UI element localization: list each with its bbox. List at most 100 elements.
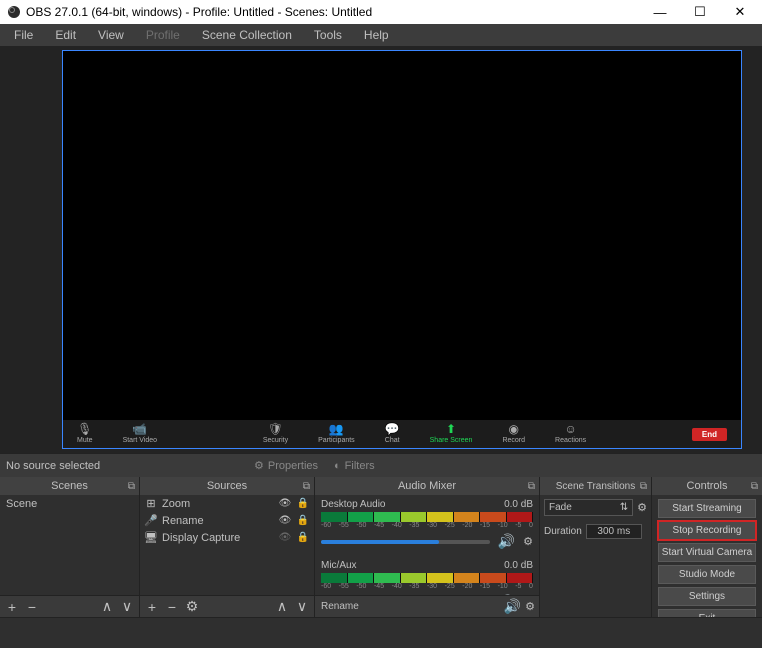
menu-scene-collection[interactable]: Scene Collection [192, 26, 302, 44]
zoom-end-button[interactable]: End [692, 428, 727, 441]
source-down-button[interactable]: ∨ [294, 599, 310, 615]
transitions-panel: Scene Transitions⧉ Fade⇅ ⚙ Duration [540, 477, 652, 617]
transition-settings-icon[interactable]: ⚙ [637, 501, 647, 514]
menu-tools[interactable]: Tools [304, 26, 352, 44]
source-item[interactable]: 🎤 Rename 👁 🔒 [140, 512, 314, 529]
gear-icon: ⚙ [254, 459, 264, 472]
scene-item[interactable]: Scene [0, 495, 139, 513]
duration-label: Duration [544, 526, 582, 537]
add-source-button[interactable]: + [144, 599, 160, 615]
zoom-share-screen[interactable]: ⬆Share Screen [430, 424, 473, 445]
settings-button[interactable]: Settings [658, 587, 756, 606]
status-bar [0, 617, 762, 648]
channel-level: 0.0 dB [504, 560, 533, 571]
channel-name: Mic/Aux [321, 560, 357, 571]
menu-edit[interactable]: Edit [45, 26, 86, 44]
sources-list[interactable]: ⊞ Zoom 👁 🔒 🎤 Rename 👁 🔒 🖥 Display Captur… [140, 495, 314, 595]
dock-icon[interactable]: ⧉ [128, 481, 135, 492]
scene-down-button[interactable]: ∨ [119, 599, 135, 615]
channel-settings-icon[interactable]: ⚙ [525, 600, 535, 613]
dock-icon[interactable]: ⧉ [751, 481, 758, 492]
zoom-record[interactable]: ◉Record [502, 424, 525, 445]
audio-header: Audio Mixer⧉ [315, 477, 539, 495]
scenes-panel: Scenes⧉ Scene + − ∧ ∨ [0, 477, 140, 617]
remove-source-button[interactable]: − [164, 599, 180, 615]
audio-mixer-panel: Audio Mixer⧉ Desktop Audio0.0 dB -60-55-… [315, 477, 540, 617]
zoom-security[interactable]: 🛡Security [263, 424, 288, 445]
zoom-chat[interactable]: 💬Chat [385, 424, 400, 445]
menubar: File Edit View Profile Scene Collection … [0, 24, 762, 46]
audio-footer: Rename 🔊 ⚙ [315, 595, 539, 617]
visibility-toggle[interactable]: 👁 [278, 498, 292, 509]
source-status: No source selected [6, 460, 246, 472]
controls-header: Controls⧉ [652, 477, 762, 495]
filters-button[interactable]: ◐Filters [326, 458, 383, 474]
audio-rename-label: Rename [319, 601, 359, 612]
visibility-toggle[interactable]: 👁 [278, 515, 292, 526]
chat-icon: 💬 [385, 424, 400, 436]
vu-meter [321, 512, 533, 522]
filter-icon: ◐ [334, 460, 341, 472]
app-icon [6, 4, 22, 20]
source-item[interactable]: 🖥 Display Capture 👁 🔒 [140, 529, 314, 546]
source-item[interactable]: ⊞ Zoom 👁 🔒 [140, 495, 314, 512]
studio-mode-button[interactable]: Studio Mode [658, 565, 756, 584]
participants-icon: 👥 [329, 424, 344, 436]
window-title: OBS 27.0.1 (64-bit, windows) - Profile: … [26, 5, 640, 19]
start-virtual-camera-button[interactable]: Start Virtual Camera [658, 543, 756, 562]
dock-icon[interactable]: ⧉ [528, 481, 535, 492]
chevron-updown-icon: ⇅ [620, 502, 628, 513]
dock-icon[interactable]: ⧉ [640, 481, 647, 492]
lock-toggle[interactable]: 🔒 [296, 532, 310, 543]
share-icon: ⬆ [446, 424, 456, 436]
scene-up-button[interactable]: ∧ [99, 599, 115, 615]
speaker-icon[interactable]: 🔊 [498, 533, 515, 550]
mic-icon: 🎙 [77, 424, 92, 436]
video-icon: 📹 [132, 424, 147, 436]
transition-select[interactable]: Fade⇅ [544, 499, 633, 516]
start-streaming-button[interactable]: Start Streaming [658, 499, 756, 518]
display-icon: 🖥 [144, 531, 158, 544]
audio-body: Desktop Audio0.0 dB -60-55-50-45-40-35-3… [315, 495, 539, 595]
close-button[interactable]: ✕ [720, 0, 760, 24]
visibility-toggle[interactable]: 👁 [278, 532, 292, 543]
controls-panel: Controls⧉ Start Streaming Stop Recording… [652, 477, 762, 617]
maximize-button[interactable]: ☐ [680, 0, 720, 24]
zoom-toolbar: 🎙Mute 📹Start Video 🛡Security 👥Participan… [63, 420, 741, 448]
menu-file[interactable]: File [4, 26, 43, 44]
exit-button[interactable]: Exit [658, 609, 756, 617]
properties-button[interactable]: ⚙Properties [246, 457, 326, 474]
menu-view[interactable]: View [88, 26, 134, 44]
reactions-icon: ☺ [564, 424, 576, 436]
mic-icon: 🎤 [144, 514, 158, 527]
speaker-icon[interactable]: 🔊 [504, 598, 521, 615]
speaker-icon[interactable]: 🔊 [498, 594, 515, 595]
add-scene-button[interactable]: + [4, 599, 20, 615]
scenes-list[interactable]: Scene [0, 495, 139, 595]
minimize-button[interactable]: — [640, 0, 680, 24]
vu-meter [321, 573, 533, 583]
source-up-button[interactable]: ∧ [274, 599, 290, 615]
channel-level: 0.0 dB [504, 499, 533, 510]
preview-canvas[interactable]: 🎙Mute 📹Start Video 🛡Security 👥Participan… [62, 50, 742, 449]
menu-help[interactable]: Help [354, 26, 399, 44]
zoom-mute[interactable]: 🎙Mute [77, 424, 93, 445]
volume-slider[interactable] [321, 540, 490, 544]
record-icon: ◉ [509, 424, 519, 436]
zoom-participants[interactable]: 👥Participants [318, 424, 355, 445]
duration-input[interactable] [586, 524, 642, 539]
channel-settings-icon[interactable]: ⚙ [523, 535, 533, 548]
sources-toolbar: + − ⚙ ∧ ∨ [140, 595, 314, 617]
menu-profile[interactable]: Profile [136, 26, 190, 44]
dock-icon[interactable]: ⧉ [303, 481, 310, 492]
properties-bar: No source selected ⚙Properties ◐Filters [0, 453, 762, 477]
lock-toggle[interactable]: 🔒 [296, 498, 310, 509]
lock-toggle[interactable]: 🔒 [296, 515, 310, 526]
remove-scene-button[interactable]: − [24, 599, 40, 615]
source-props-button[interactable]: ⚙ [184, 599, 200, 615]
zoom-reactions[interactable]: ☺Reactions [555, 424, 586, 445]
zoom-start-video[interactable]: 📹Start Video [123, 424, 158, 445]
window-icon: ⊞ [144, 497, 158, 510]
sources-header: Sources⧉ [140, 477, 314, 495]
stop-recording-button[interactable]: Stop Recording [658, 521, 756, 540]
